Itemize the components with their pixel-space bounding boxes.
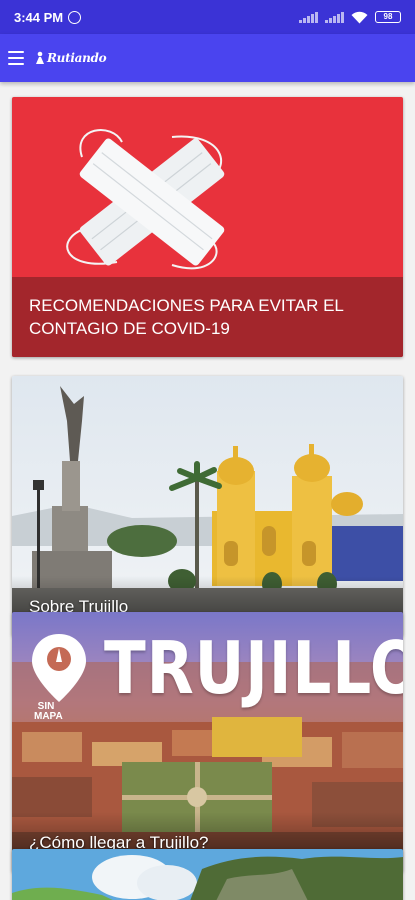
location-pin-icon <box>32 634 86 702</box>
battery-icon: 98 <box>375 11 401 23</box>
card-caption: RECOMENDACIONES PARA EVITAR EL CONTAGIO … <box>12 277 403 357</box>
status-bar: 3:44 PM 98 <box>0 0 415 34</box>
card-covid-recommendations[interactable]: RECOMENDACIONES PARA EVITAR EL CONTAGIO … <box>12 97 403 357</box>
card-sobre-trujillo[interactable]: Sobre Trujillo <box>12 376 403 636</box>
card-nature[interactable] <box>12 849 403 900</box>
wifi-icon <box>351 11 368 23</box>
app-bar: Rutiando <box>0 34 415 82</box>
signal-icon-secondary <box>325 11 344 23</box>
status-indicators: 98 <box>299 11 401 24</box>
status-time: 3:44 PM <box>14 9 64 25</box>
logo-mark-icon <box>36 51 44 64</box>
face-masks-image <box>66 129 225 270</box>
nature-image <box>12 849 403 900</box>
trujillo-title-overlay: TRUJILLO <box>104 626 403 710</box>
app-logo: Rutiando <box>34 51 107 65</box>
hamburger-menu-icon[interactable] <box>8 50 24 66</box>
sin-mapa-badge: SIN MAPA <box>34 701 63 722</box>
card-como-llegar[interactable]: SIN MAPA TRUJILLO ¿Cómo llegar a Trujill… <box>12 612 403 872</box>
signal-icon <box>299 11 318 23</box>
logo-text: Rutiando <box>47 51 107 65</box>
whatsapp-notification-icon <box>68 10 82 24</box>
